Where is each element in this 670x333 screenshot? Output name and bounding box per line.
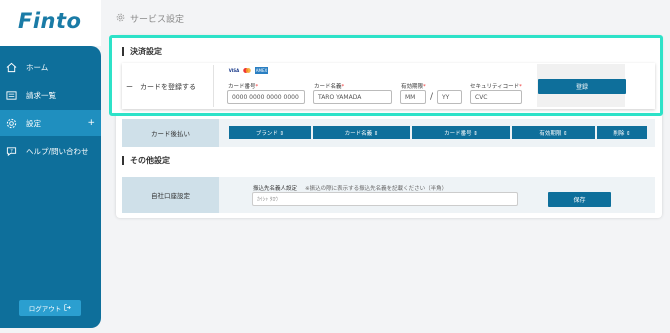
expiry-year-input[interactable]: YY <box>437 90 462 104</box>
card-brand-logos: VISA AMEX <box>229 67 268 74</box>
sidebar: Finto ホーム 請求一覧 設定 + ? ヘルプ/問い合わせ ログアウト <box>0 0 101 333</box>
payment-section-title: 決済設定 <box>122 47 162 56</box>
column-header-card-number[interactable]: カード番号 ⇕ <box>412 126 510 139</box>
save-button[interactable]: 保存 <box>548 192 611 207</box>
add-card-toggle[interactable]: ー カードを登録する <box>126 82 196 92</box>
sidebar-item-label: 請求一覧 <box>26 90 56 100</box>
expand-icon[interactable]: + <box>87 118 95 128</box>
home-icon <box>5 61 17 73</box>
expiry-label: 有効期限* <box>401 84 426 90</box>
gear-icon <box>5 117 17 129</box>
card-number-input[interactable]: 0000 0000 0000 0000 <box>227 90 305 104</box>
register-button[interactable]: 登録 <box>538 79 626 94</box>
transfer-name-note: ※振込の際に表示する振込先名義を記載ください（半角） <box>305 186 448 192</box>
sidebar-item-help[interactable]: ? ヘルプ/問い合わせ <box>0 138 101 164</box>
logout-icon <box>64 303 72 313</box>
logout-button[interactable]: ログアウト <box>19 300 81 316</box>
column-header-brand[interactable]: ブランド ⇕ <box>229 126 311 139</box>
amex-logo: AMEX <box>255 67 268 74</box>
sidebar-item-label: ヘルプ/問い合わせ <box>26 146 89 156</box>
sidebar-item-invoices[interactable]: 請求一覧 <box>0 82 101 108</box>
app-logo[interactable]: Finto <box>18 9 81 33</box>
sidebar-item-settings[interactable]: 設定 + <box>0 110 101 136</box>
visa-logo: VISA <box>228 68 240 73</box>
transfer-name-label: 振込先名義人設定 <box>253 186 298 192</box>
transfer-name-input[interactable]: ｶｲｼｬ ﾀﾛｳ <box>252 192 518 206</box>
bank-settings-label: 自社口座設定 <box>122 177 219 213</box>
sidebar-item-home[interactable]: ホーム <box>0 54 101 80</box>
gear-icon <box>116 13 125 25</box>
card-payment-label: カード後払い <box>122 119 219 147</box>
logo-area: Finto <box>0 0 101 46</box>
expiry-separator: / <box>430 92 434 102</box>
page-title-text: サービス設定 <box>130 15 185 25</box>
other-section-title: その他設定 <box>122 156 170 165</box>
mastercard-logo <box>242 67 252 74</box>
sidebar-item-label: 設定 <box>26 118 41 128</box>
list-icon <box>5 89 17 101</box>
card-number-label: カード番号* <box>228 84 259 90</box>
card-name-input[interactable]: TARO YAMADA <box>313 90 392 104</box>
expiry-month-input[interactable]: MM <box>400 90 426 104</box>
logout-label: ログアウト <box>28 305 62 313</box>
column-header-delete[interactable]: 削除 ⇕ <box>597 126 647 139</box>
divider <box>213 65 214 107</box>
sidebar-item-label: ホーム <box>26 62 49 72</box>
column-header-expiry[interactable]: 有効期限 ⇕ <box>512 126 595 139</box>
cvc-label: セキュリティコード* <box>470 84 522 90</box>
cvc-input[interactable]: CVC <box>470 90 522 104</box>
card-name-label: カード名義* <box>314 84 345 90</box>
help-chat-icon: ? <box>5 145 17 157</box>
column-header-card-name[interactable]: カード名義 ⇕ <box>313 126 410 139</box>
page-title: サービス設定 <box>116 12 184 25</box>
